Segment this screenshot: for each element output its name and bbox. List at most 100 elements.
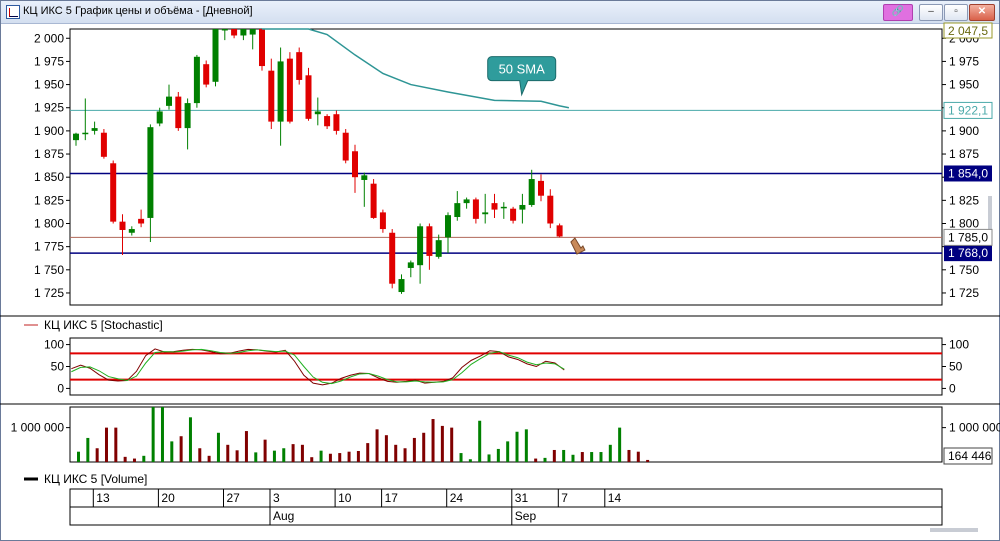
volume-bar[interactable] — [272, 450, 276, 462]
candle-body[interactable] — [556, 225, 563, 237]
candle-body[interactable] — [510, 208, 517, 221]
volume-bar[interactable] — [188, 417, 192, 462]
candle-body[interactable] — [352, 151, 358, 178]
chart-canvas[interactable]: 2 0002 0001 9751 9751 9501 9501 9251 925… — [0, 0, 1000, 541]
volume-bar[interactable] — [319, 450, 323, 462]
volume-bar[interactable] — [608, 444, 612, 462]
volume-bar[interactable] — [534, 458, 538, 462]
volume-bar[interactable] — [478, 420, 482, 462]
candle-body[interactable] — [305, 75, 312, 119]
stochastic-panel[interactable] — [69, 337, 943, 396]
candle-body[interactable] — [435, 240, 442, 257]
bottom-scrollbar[interactable] — [930, 528, 978, 532]
candle-body[interactable] — [398, 279, 405, 293]
candle-body[interactable] — [538, 180, 544, 196]
candle-body[interactable] — [73, 133, 79, 141]
volume-bar[interactable] — [170, 441, 174, 462]
candle-body[interactable] — [128, 229, 135, 233]
candle-body[interactable] — [119, 221, 126, 230]
volume-bar[interactable] — [422, 432, 426, 462]
volume-bar[interactable] — [235, 450, 239, 462]
candle-body[interactable] — [482, 212, 489, 215]
candle-body[interactable] — [296, 52, 303, 80]
candle-body[interactable] — [472, 199, 479, 219]
volume-bar[interactable] — [95, 448, 99, 462]
candle-body[interactable] — [249, 29, 256, 35]
volume-bar[interactable] — [440, 425, 444, 462]
volume-bar[interactable] — [543, 457, 547, 462]
volume-bar[interactable] — [627, 449, 631, 462]
candle-body[interactable] — [221, 29, 228, 31]
candle-body[interactable] — [259, 29, 265, 67]
volume-bar[interactable] — [552, 449, 556, 462]
volume-bar[interactable] — [142, 455, 146, 462]
volume-bar[interactable] — [571, 454, 575, 462]
volume-bar[interactable] — [618, 427, 622, 462]
candle-body[interactable] — [463, 199, 470, 204]
candle-body[interactable] — [500, 206, 507, 209]
volume-bar[interactable] — [384, 435, 388, 462]
volume-bar[interactable] — [254, 452, 258, 462]
volume-bar[interactable] — [300, 444, 304, 462]
candle-body[interactable] — [379, 212, 386, 230]
candle-body[interactable] — [175, 96, 182, 129]
candle-body[interactable] — [100, 132, 107, 157]
volume-bar[interactable] — [132, 458, 136, 462]
candle-body[interactable] — [454, 203, 461, 218]
candle-body[interactable] — [361, 175, 368, 180]
candle-body[interactable] — [417, 226, 424, 266]
volume-bar[interactable] — [468, 459, 472, 462]
candle-body[interactable] — [547, 195, 554, 224]
volume-bar[interactable] — [431, 419, 435, 462]
volume-bar[interactable] — [580, 452, 584, 462]
candle-body[interactable] — [342, 132, 349, 161]
volume-bar[interactable] — [328, 453, 332, 462]
candle-body[interactable] — [491, 203, 498, 210]
volume-bar[interactable] — [450, 427, 454, 462]
volume-bar[interactable] — [104, 427, 108, 462]
volume-bar[interactable] — [151, 407, 155, 462]
candle-body[interactable] — [268, 70, 275, 122]
volume-bar[interactable] — [310, 457, 314, 462]
volume-bar[interactable] — [636, 451, 640, 462]
candle-body[interactable] — [166, 96, 172, 106]
candle-body[interactable] — [519, 204, 526, 210]
candle-body[interactable] — [212, 29, 219, 82]
candle-body[interactable] — [138, 218, 145, 224]
volume-bar[interactable] — [412, 437, 416, 462]
candle-body[interactable] — [91, 128, 98, 131]
volume-bar[interactable] — [366, 443, 370, 462]
candle-body[interactable] — [231, 29, 238, 36]
volume-bar[interactable] — [263, 439, 267, 462]
volume-bar[interactable] — [226, 444, 230, 462]
candle-body[interactable] — [528, 179, 535, 205]
candle-body[interactable] — [184, 103, 191, 129]
candle-body[interactable] — [277, 61, 284, 122]
candle-body[interactable] — [203, 64, 210, 85]
volume-bar[interactable] — [123, 456, 127, 462]
candle-body[interactable] — [407, 262, 414, 268]
volume-bar[interactable] — [198, 448, 202, 462]
candle-body[interactable] — [147, 127, 154, 218]
volume-bar[interactable] — [282, 448, 286, 462]
candle-body[interactable] — [156, 111, 163, 124]
volume-bar[interactable] — [356, 451, 360, 462]
volume-bar[interactable] — [207, 455, 211, 462]
candle-body[interactable] — [240, 29, 247, 36]
volume-bar[interactable] — [394, 444, 398, 462]
candle-body[interactable] — [193, 56, 200, 104]
volume-bar[interactable] — [216, 432, 220, 462]
volume-bar[interactable] — [459, 453, 463, 462]
volume-bar[interactable] — [599, 452, 603, 462]
volume-bar[interactable] — [347, 451, 351, 462]
candle-body[interactable] — [426, 226, 433, 256]
volume-bar[interactable] — [496, 448, 500, 462]
candle-body[interactable] — [333, 114, 340, 131]
candle-body[interactable] — [324, 116, 331, 127]
candle-body[interactable] — [82, 132, 89, 135]
candle-body[interactable] — [445, 215, 451, 238]
volume-bar[interactable] — [646, 459, 650, 462]
candle-body[interactable] — [110, 163, 117, 222]
volume-bar[interactable] — [160, 407, 164, 462]
volume-bar[interactable] — [562, 449, 566, 462]
